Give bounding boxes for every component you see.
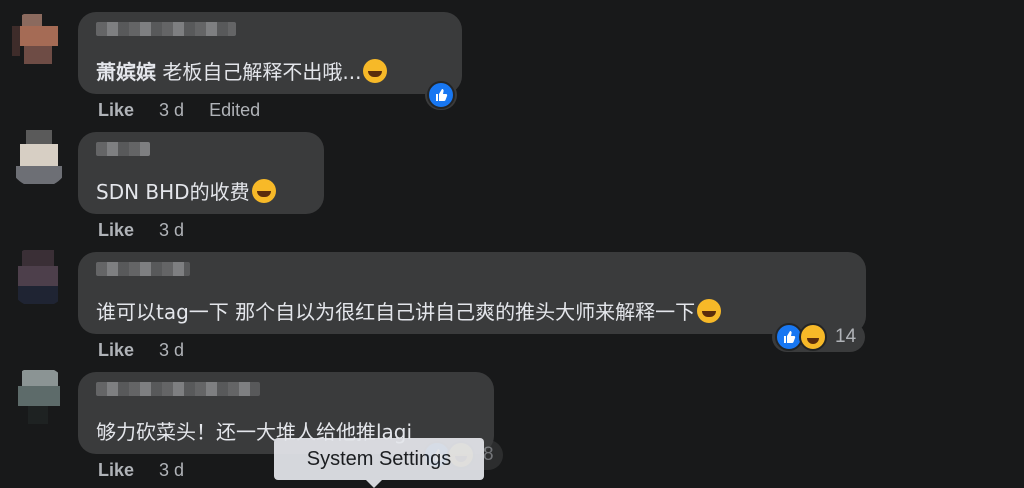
author-name-redacted[interactable] (96, 382, 260, 396)
comment-bubble: 谁可以tag一下 那个自以为很红自己讲自己爽的推头大师来解释一下 (78, 252, 866, 334)
reaction-count: 14 (835, 326, 857, 347)
timestamp[interactable]: 3 d (159, 220, 184, 240)
like-link[interactable]: Like (98, 340, 134, 360)
rofl-emoji-icon (363, 59, 388, 83)
avatar[interactable] (8, 246, 70, 308)
laughing-emoji-icon (799, 323, 827, 351)
like-link[interactable]: Like (98, 100, 134, 120)
author-name-redacted[interactable] (96, 142, 150, 156)
edited-label: Edited (209, 100, 261, 120)
like-link[interactable]: Like (98, 460, 134, 480)
timestamp[interactable]: 3 d (159, 340, 184, 360)
reaction-summary[interactable]: 14 (772, 322, 866, 352)
rofl-emoji-icon (697, 299, 722, 323)
author-name-redacted[interactable] (96, 262, 190, 276)
timestamp[interactable]: 3 d (159, 460, 184, 480)
avatar[interactable] (8, 366, 70, 428)
comment-meta: Like 3 d (98, 220, 204, 241)
comment-bubble: SDN BHD的收费 (78, 132, 324, 214)
rofl-emoji-icon (251, 179, 276, 203)
reaction-summary[interactable] (425, 80, 457, 110)
comment-meta: Like 3 d (98, 340, 204, 361)
comment-text: SDN BHD的收费 (96, 176, 276, 205)
system-settings-tooltip: System Settings (274, 438, 484, 488)
reaction-count: 8 (483, 444, 494, 465)
thumbs-up-icon (427, 81, 455, 109)
avatar[interactable] (8, 126, 70, 188)
like-link[interactable]: Like (98, 220, 134, 240)
comment-bubble: 萧嫔嫔 老板自己解释不出哦... (78, 12, 462, 94)
comment-meta: Like 3 d Edited (98, 100, 280, 121)
comment-text: 谁可以tag一下 那个自以为很红自己讲自己爽的推头大师来解释一下 (96, 296, 722, 325)
timestamp[interactable]: 3 d (159, 100, 184, 120)
author-name-redacted[interactable] (96, 22, 236, 36)
comment-text: 萧嫔嫔 老板自己解释不出哦... (96, 56, 388, 85)
comment-meta: Like 3 d (98, 460, 204, 481)
avatar[interactable] (8, 10, 70, 72)
